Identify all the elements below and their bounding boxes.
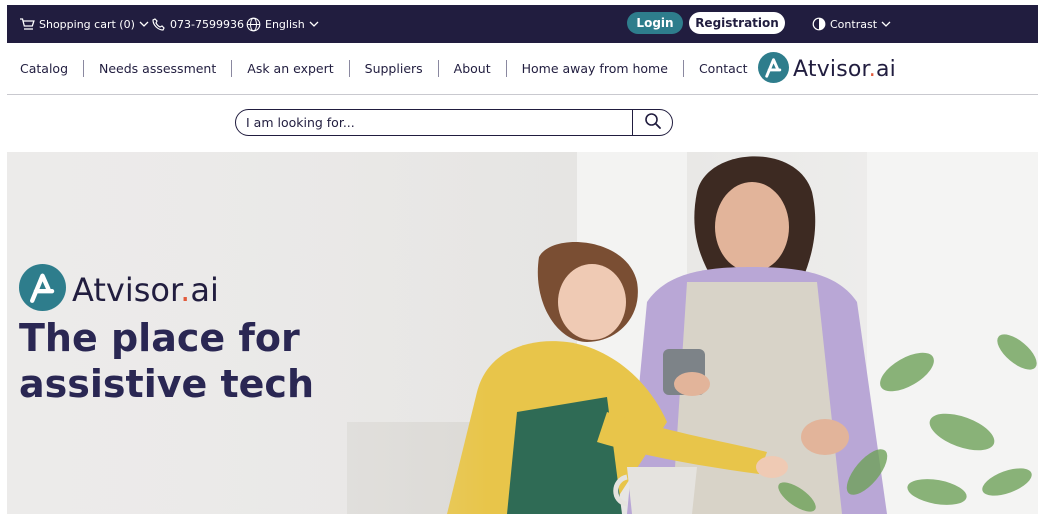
nav-item-contact[interactable]: Contact: [682, 60, 763, 77]
contrast-selector[interactable]: Contrast: [812, 5, 891, 43]
hero-banner: Atvisor.ai The place for assistive tech: [7, 152, 1038, 514]
search-icon: [644, 112, 662, 133]
phone-icon: [152, 17, 166, 31]
hero-title-line-1: The place for: [19, 316, 300, 360]
logo-icon: [758, 52, 789, 87]
nav-item-suppliers[interactable]: Suppliers: [348, 60, 438, 77]
nav-item-ask-an-expert[interactable]: Ask an expert: [231, 60, 348, 77]
nav-links: Catalog Needs assessment Ask an expert S…: [7, 43, 763, 94]
cart-label: Shopping cart (0): [39, 17, 135, 31]
language-selector[interactable]: English: [246, 5, 319, 43]
hero-title: The place for assistive tech: [19, 315, 314, 407]
contrast-label: Contrast: [830, 17, 878, 31]
search-bar: [235, 109, 673, 136]
nav-item-home-away-from-home[interactable]: Home away from home: [505, 60, 683, 77]
search-input[interactable]: [236, 110, 632, 135]
phone-link[interactable]: 073-7599936: [152, 5, 244, 43]
logo-icon: [19, 264, 66, 315]
hero-title-line-2: assistive tech: [19, 362, 315, 406]
hero-brand-logo: Atvisor.ai: [19, 264, 219, 315]
nav-item-needs-assessment[interactable]: Needs assessment: [83, 60, 231, 77]
search-button[interactable]: [632, 110, 672, 135]
main-navigation: Catalog Needs assessment Ask an expert S…: [7, 43, 1038, 95]
globe-icon: [246, 17, 261, 32]
hero-brand-name: Atvisor.ai: [72, 270, 219, 309]
login-button[interactable]: Login: [627, 12, 683, 34]
brand-logo[interactable]: Atvisor.ai: [758, 52, 896, 87]
contrast-icon: [812, 17, 826, 31]
chevron-down-icon: [139, 20, 149, 28]
cart-icon: [19, 17, 35, 31]
nav-item-catalog[interactable]: Catalog: [7, 60, 83, 77]
chevron-down-icon: [881, 20, 891, 28]
phone-number: 073-7599936: [170, 17, 244, 31]
shopping-cart-link[interactable]: Shopping cart (0): [19, 5, 149, 43]
registration-button[interactable]: Registration: [689, 12, 785, 34]
brand-name: Atvisor.ai: [793, 57, 896, 82]
nav-item-about[interactable]: About: [437, 60, 506, 77]
top-utility-bar: Shopping cart (0) 073-7599936 English Lo…: [7, 5, 1038, 43]
chevron-down-icon: [309, 20, 319, 28]
language-label: English: [265, 17, 305, 31]
